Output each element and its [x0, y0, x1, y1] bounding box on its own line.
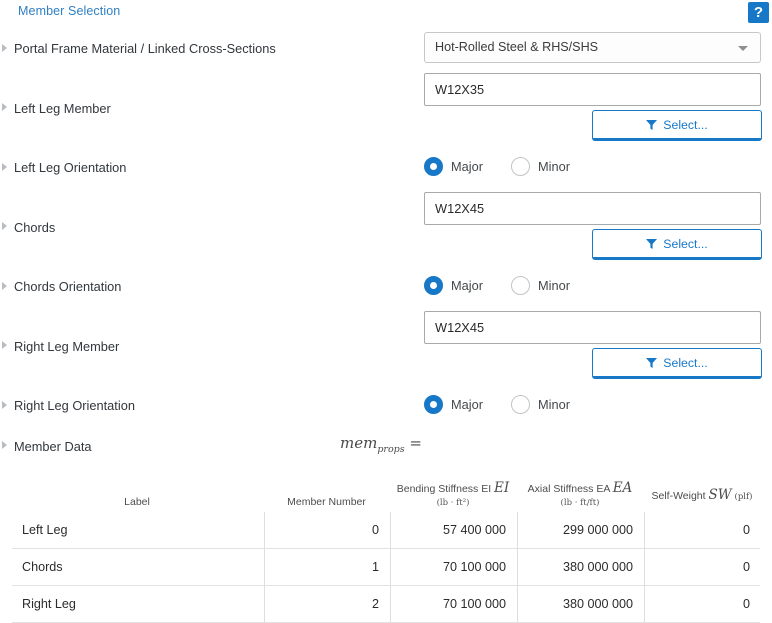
radio-selected-icon[interactable]	[424, 276, 443, 295]
right-leg-orientation-minor[interactable]: Minor	[511, 395, 570, 414]
right-leg-select-label: Select...	[663, 356, 708, 370]
cell-bending-stiffness: 57 400 000	[390, 512, 516, 548]
bending-stiffness-units: (lb · ft²)	[436, 498, 470, 508]
row-label-chords: Chords	[14, 220, 56, 235]
expander-triangle-right-icon[interactable]	[2, 163, 7, 171]
table-header-row: Label Member Number Bending Stiffness EI…	[12, 476, 760, 512]
col-header-label: Label	[124, 496, 150, 508]
row-label-left-leg-orientation: Left Leg Orientation	[14, 160, 127, 175]
row-label-portal-frame-material: Portal Frame Material / Linked Cross-Sec…	[14, 41, 276, 56]
cell-self-weight: 0	[644, 586, 760, 622]
chords-select-button[interactable]: Select...	[592, 229, 762, 260]
left-leg-section-value: W12X35	[435, 82, 485, 97]
cell-member-number: 1	[264, 549, 389, 585]
cell-bending-stiffness: 70 100 000	[390, 549, 516, 585]
row-label-left-leg-member: Left Leg Member	[14, 101, 111, 116]
right-leg-section-input[interactable]: W12X45	[424, 311, 761, 344]
expander-triangle-right-icon[interactable]	[2, 441, 7, 449]
expander-triangle-right-icon[interactable]	[2, 222, 7, 230]
table-body: Left Leg 0 57 400 000 299 000 000 0 Chor…	[12, 512, 760, 623]
cell-label: Chords	[22, 560, 63, 574]
table-row[interactable]: Right Leg 2 70 100 000 380 000 000 0	[12, 585, 760, 622]
page-title: Member Selection	[18, 4, 121, 18]
row-label-right-leg-member: Right Leg Member	[14, 339, 120, 354]
member-data-expression: memprops =	[340, 434, 422, 455]
radio-unselected-icon[interactable]	[511, 276, 530, 295]
cell-member-number: 2	[264, 586, 389, 622]
expression-subscript: props	[377, 444, 405, 455]
question-mark-icon: ?	[753, 4, 764, 21]
chords-select-label: Select...	[663, 237, 708, 251]
cell-axial-stiffness: 299 000 000	[517, 512, 643, 548]
left-leg-select-label: Select...	[663, 118, 708, 132]
chevron-down-icon[interactable]	[738, 46, 748, 51]
expander-triangle-right-icon[interactable]	[2, 341, 7, 349]
radio-unselected-icon[interactable]	[511, 395, 530, 414]
cell-member-number: 0	[264, 512, 389, 548]
right-leg-orientation-major[interactable]: Major	[424, 395, 483, 414]
cell-axial-stiffness: 380 000 000	[517, 586, 643, 622]
right-leg-orientation-major-label: Major	[451, 397, 483, 412]
row-label-right-leg-orientation: Right Leg Orientation	[14, 398, 135, 413]
bending-stiffness-symbol: EI	[494, 480, 510, 496]
axial-stiffness-symbol: EA	[612, 480, 633, 496]
axial-stiffness-units: (lb · ft/ft)	[560, 498, 600, 508]
radio-selected-icon[interactable]	[424, 395, 443, 414]
left-leg-select-button[interactable]: Select...	[592, 110, 762, 141]
expression-equals: =	[404, 434, 422, 452]
expander-triangle-right-icon[interactable]	[2, 103, 7, 111]
left-leg-orientation-major[interactable]: Major	[424, 157, 483, 176]
chords-section-input[interactable]: W12X45	[424, 192, 761, 225]
cell-self-weight: 0	[644, 512, 760, 548]
chords-orientation-minor-label: Minor	[538, 278, 570, 293]
member-data-table: Label Member Number Bending Stiffness EI…	[12, 476, 760, 623]
cell-label: Left Leg	[22, 523, 68, 537]
chords-orientation-minor[interactable]: Minor	[511, 276, 570, 295]
table-row[interactable]: Chords 1 70 100 000 380 000 000 0	[12, 548, 760, 585]
filter-funnel-icon	[646, 358, 658, 368]
table-row[interactable]: Left Leg 0 57 400 000 299 000 000 0	[12, 512, 760, 548]
left-leg-orientation-major-label: Major	[451, 159, 483, 174]
self-weight-symbol: SW	[708, 487, 732, 503]
left-leg-orientation-minor[interactable]: Minor	[511, 157, 570, 176]
cell-bending-stiffness: 70 100 000	[390, 586, 516, 622]
chords-section-value: W12X45	[435, 201, 485, 216]
col-header-bending-stiffness: Bending Stiffness EI EI (lb · ft²)	[390, 480, 516, 510]
col-header-axial-stiffness: Axial Stiffness EA EA (lb · ft/ft)	[517, 480, 643, 510]
material-dropdown-value: Hot-Rolled Steel & RHS/SHS	[435, 40, 599, 54]
cell-axial-stiffness: 380 000 000	[517, 549, 643, 585]
right-leg-section-value: W12X45	[435, 320, 485, 335]
chords-orientation-major[interactable]: Major	[424, 276, 483, 295]
material-dropdown[interactable]: Hot-Rolled Steel & RHS/SHS	[424, 32, 761, 63]
filter-funnel-icon	[646, 239, 658, 249]
right-leg-orientation-minor-label: Minor	[538, 397, 570, 412]
cell-label: Right Leg	[22, 597, 76, 611]
row-label-chords-orientation: Chords Orientation	[14, 279, 122, 294]
expression-base: mem	[340, 434, 378, 452]
radio-unselected-icon[interactable]	[511, 157, 530, 176]
chords-orientation-major-label: Major	[451, 278, 483, 293]
help-button[interactable]: ?	[748, 2, 769, 23]
left-leg-section-input[interactable]: W12X35	[424, 73, 761, 106]
right-leg-select-button[interactable]: Select...	[592, 348, 762, 379]
cell-self-weight: 0	[644, 549, 760, 585]
col-header-self-weight: Self-Weight SW (plf)	[651, 487, 753, 503]
expander-triangle-right-icon[interactable]	[2, 282, 7, 290]
expander-triangle-right-icon[interactable]	[2, 44, 7, 52]
radio-selected-icon[interactable]	[424, 157, 443, 176]
filter-funnel-icon	[646, 120, 658, 130]
left-leg-orientation-minor-label: Minor	[538, 159, 570, 174]
expander-triangle-right-icon[interactable]	[2, 401, 7, 409]
col-header-member-number: Member Number	[287, 496, 366, 508]
self-weight-units: (plf)	[734, 492, 753, 502]
row-label-member-data: Member Data	[14, 439, 92, 454]
